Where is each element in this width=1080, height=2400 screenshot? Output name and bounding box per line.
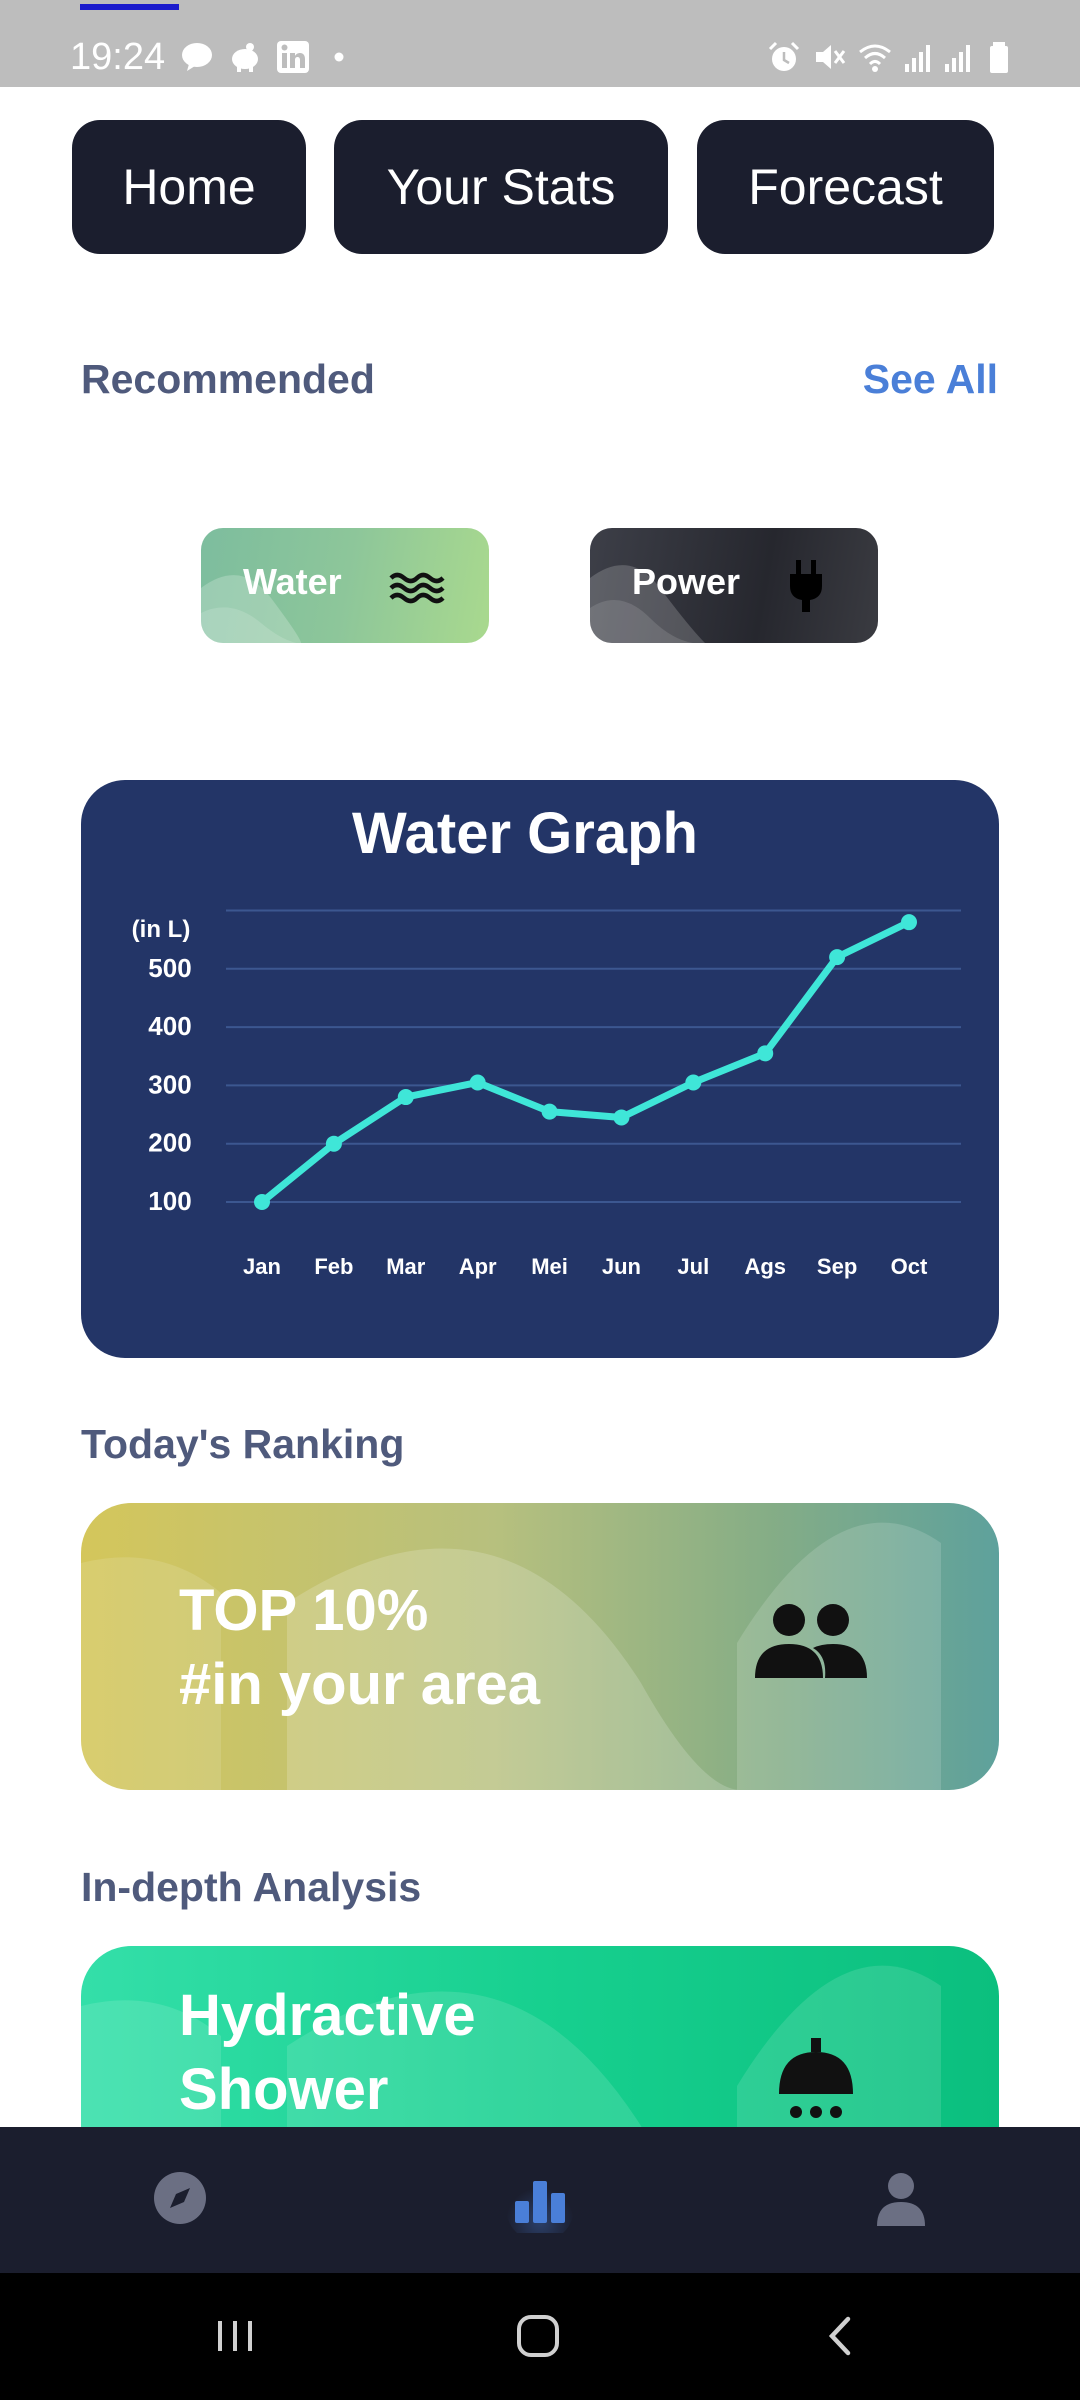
system-back-button[interactable] (806, 2303, 876, 2373)
water-waves-icon (387, 556, 447, 616)
ranking-title: Today's Ranking (81, 1421, 405, 1467)
piggy-bank-icon (228, 40, 262, 74)
chart-title: Water Graph (352, 801, 698, 866)
chart-x-tick-label: Mar (386, 1254, 426, 1279)
chip-label: Power (632, 561, 741, 602)
talk-icon (180, 40, 214, 74)
chart-x-tick-label: Sep (817, 1254, 857, 1279)
chart-x-tick-label: Jul (677, 1254, 709, 1279)
chart-x-tick-label: Jun (602, 1254, 641, 1279)
recent-apps-icon (210, 2311, 260, 2366)
compass-icon (150, 2168, 210, 2233)
chart-x-tick-label: Feb (314, 1254, 353, 1279)
mute-icon (812, 40, 846, 74)
chart-data-point (613, 1109, 630, 1126)
chart-y-tick-label: 500 (148, 953, 191, 983)
chart-x-tick-label: Ags (744, 1254, 786, 1279)
bar-chart-icon (505, 2163, 575, 2242)
nav-profile-button[interactable] (856, 2155, 946, 2245)
analysis-title: In-depth Analysis (81, 1864, 422, 1910)
status-bar: 19:24 (0, 0, 1080, 87)
recommended-title: Recommended (81, 356, 375, 402)
chart-y-tick-label: 200 (148, 1128, 191, 1158)
see-all-link[interactable]: See All (863, 356, 998, 403)
chip-label: Water (243, 561, 342, 602)
chart-x-tick-label: Jan (243, 1254, 281, 1279)
chart-data-point (541, 1103, 558, 1120)
signal-icon (942, 40, 976, 74)
chart-y-unit-label: (in L) (132, 916, 191, 943)
recommended-water-chip[interactable]: Water (201, 528, 489, 643)
back-icon (816, 2311, 866, 2366)
chart-data-point (901, 914, 917, 931)
power-plug-icon (776, 556, 836, 616)
nav-explore-button[interactable] (135, 2155, 225, 2245)
alarm-icon (767, 40, 801, 74)
chart-data-point (397, 1089, 414, 1106)
signal-icon (902, 40, 936, 74)
chart-x-tick-label: Oct (891, 1254, 928, 1279)
status-accent-line (80, 4, 179, 10)
chart-series-line (258, 918, 913, 1206)
chart-data-point (325, 1135, 342, 1152)
recent-apps-button[interactable] (200, 2303, 270, 2373)
chart-y-tick-label: 400 (148, 1011, 191, 1041)
analysis-line1: Hydractive (179, 1983, 476, 2048)
chart-data-point (829, 949, 846, 966)
chart-data-point (254, 1194, 270, 1210)
tab-home[interactable]: Home (72, 120, 306, 254)
ranking-line2: #in your area (179, 1652, 541, 1717)
dot-icon (322, 40, 356, 74)
bottom-navigation (0, 2127, 1080, 2273)
people-group-icon (751, 1598, 871, 1688)
wifi-icon (858, 40, 892, 74)
person-icon (871, 2168, 931, 2233)
ranking-line1: TOP 10% (179, 1578, 429, 1643)
chart-y-tick-label: 300 (148, 1069, 191, 1099)
chart-data-point (469, 1074, 486, 1091)
chart-x-tick-label: Mei (531, 1254, 568, 1279)
battery-icon (982, 40, 1016, 74)
recommended-power-chip[interactable]: Power (590, 528, 878, 643)
chart-data-point (757, 1045, 774, 1062)
water-graph-chart: Water Graph (in L) 100 200 300 400 500 Jan Fe… (132, 801, 961, 1279)
system-navigation-bar (0, 2273, 1080, 2400)
tab-your-stats[interactable]: Your Stats (334, 120, 668, 254)
chart-x-tick-label: Apr (459, 1254, 497, 1279)
analysis-line2: Shower (179, 2057, 389, 2122)
status-time: 19:24 (70, 36, 166, 78)
nav-stats-button[interactable] (495, 2155, 585, 2245)
ranking-card[interactable]: TOP 10% #in your area (81, 1503, 999, 1790)
water-graph-card: Water Graph (in L) 100 200 300 400 500 Jan Fe… (81, 780, 999, 1358)
chart-data-point (685, 1074, 702, 1091)
chart-y-tick-label: 100 (148, 1186, 191, 1216)
tab-forecast[interactable]: Forecast (697, 120, 994, 254)
linkedin-icon (276, 40, 310, 74)
shower-head-icon (771, 2038, 861, 2128)
home-icon (513, 2311, 563, 2366)
system-home-button[interactable] (503, 2303, 573, 2373)
